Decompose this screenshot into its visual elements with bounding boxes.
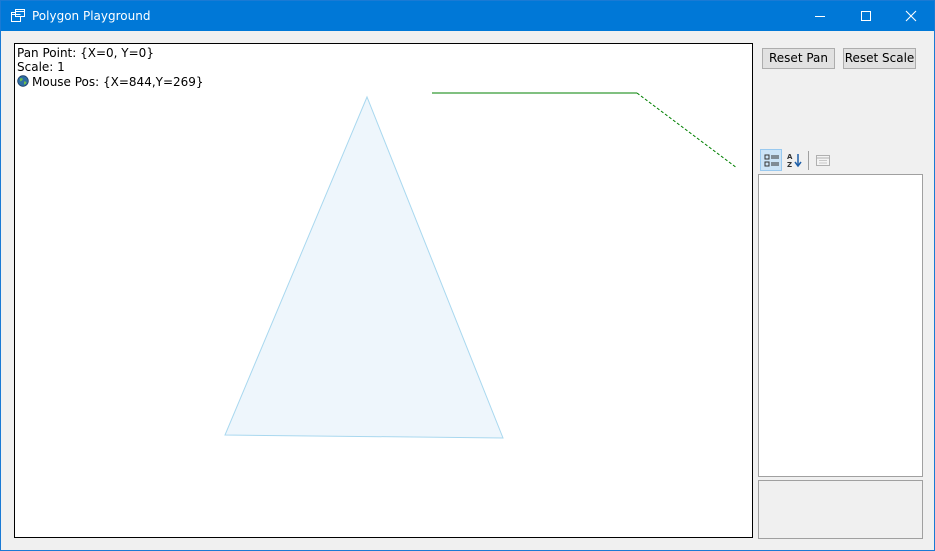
property-help-panel — [758, 480, 923, 539]
svg-text:Z: Z — [787, 161, 792, 168]
minimize-icon — [815, 16, 825, 17]
minimize-button[interactable] — [797, 1, 843, 31]
reset-scale-button[interactable]: Reset Scale — [843, 48, 916, 69]
app-window-icon — [10, 8, 26, 24]
app-window: Polygon Playground Pan Point: {X=0, Y=0}… — [0, 0, 935, 551]
toolbar-separator — [808, 151, 809, 170]
scale-label: Scale: 1 — [17, 60, 65, 74]
svg-text:A: A — [787, 153, 793, 161]
property-grid[interactable] — [758, 174, 923, 477]
mouse-pos-row: Mouse Pos: {X=844,Y=269} — [17, 74, 204, 90]
property-pages-icon — [816, 155, 830, 166]
mouse-pos-label: Mouse Pos: {X=844,Y=269} — [32, 75, 204, 89]
close-icon — [905, 10, 917, 22]
title-bar[interactable]: Polygon Playground — [1, 1, 934, 31]
triangle-polygon[interactable] — [224, 95, 504, 439]
categorized-button[interactable] — [760, 149, 782, 171]
window-title: Polygon Playground — [32, 9, 151, 23]
green-line-dashed — [636, 92, 738, 169]
globe-icon — [17, 75, 29, 87]
maximize-button[interactable] — [843, 1, 889, 31]
maximize-icon — [861, 11, 871, 21]
drawing-canvas[interactable]: Pan Point: {X=0, Y=0} Scale: 1 Mouse Pos… — [14, 43, 753, 538]
property-grid-toolbar: A Z — [758, 149, 838, 173]
alphabetical-sort-icon: A Z — [787, 153, 802, 168]
property-pages-button[interactable] — [812, 149, 834, 171]
alphabetical-button[interactable]: A Z — [784, 149, 806, 171]
categorized-icon — [764, 154, 779, 167]
reset-pan-button[interactable]: Reset Pan — [762, 48, 835, 69]
close-button[interactable] — [888, 1, 934, 31]
